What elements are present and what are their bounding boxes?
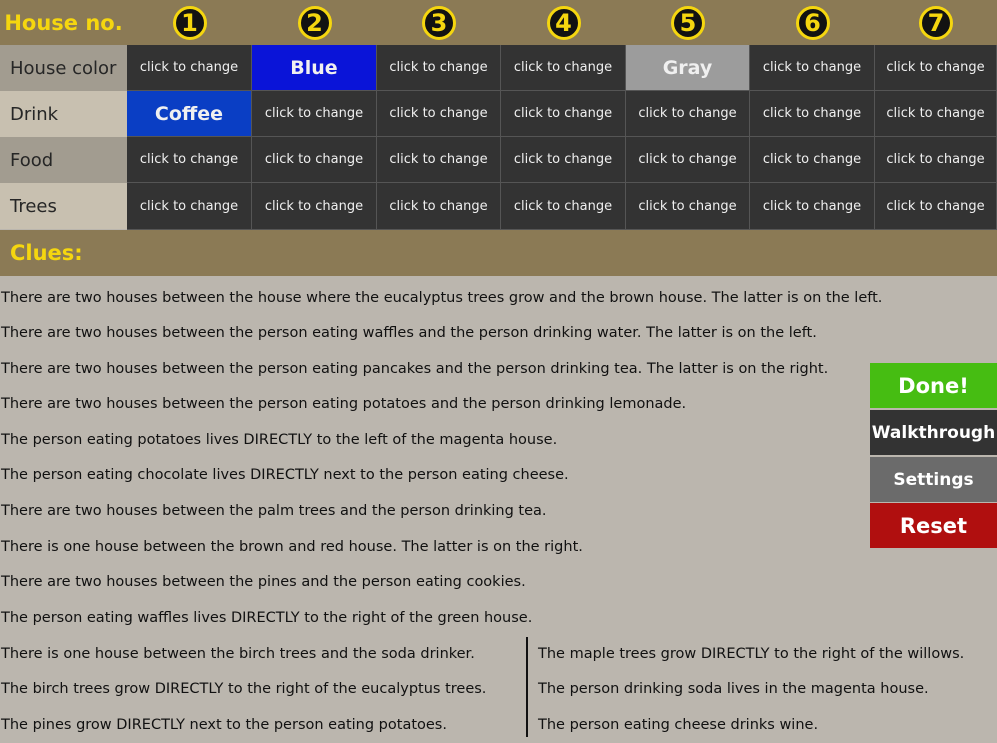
cell-trees-house-3[interactable]: click to change xyxy=(377,183,501,230)
house-no-label: House no. xyxy=(4,10,123,35)
cell-food-house-2[interactable]: click to change xyxy=(252,137,377,183)
clue-left-4: There are two houses between the person … xyxy=(1,396,687,412)
cell-drink-house-3[interactable]: click to change xyxy=(377,91,501,137)
house-number-7: 7 xyxy=(919,6,953,40)
clue-left-11: There is one house between the birch tre… xyxy=(1,646,475,662)
cell-drink-house-4[interactable]: click to change xyxy=(501,91,626,137)
clue-right-3: The person eating cheese drinks wine. xyxy=(538,717,819,733)
house-number-6: 6 xyxy=(795,6,830,40)
cell-food-house-1[interactable]: click to change xyxy=(127,137,252,183)
clue-left-10: The person eating waffles lives DIRECTLY… xyxy=(1,610,533,626)
house-number-2: 2 xyxy=(297,6,332,40)
house-number-3: 3 xyxy=(422,6,456,40)
header-row: House no. 1 2 3 4 5 6 7 xyxy=(0,0,997,45)
clue-left-7: There are two houses between the palm tr… xyxy=(1,503,547,519)
house-number-5: 5 xyxy=(671,6,705,40)
clues-header: Clues: xyxy=(0,230,997,276)
cell-food-house-3[interactable]: click to change xyxy=(377,137,501,183)
cell-trees-house-1[interactable]: click to change xyxy=(127,183,252,230)
row-label-drink: Drink xyxy=(0,91,127,137)
cell-food-house-7[interactable]: click to change xyxy=(875,137,997,183)
clue-left-2: There are two houses between the person … xyxy=(1,325,817,341)
clue-left-3: There are two houses between the person … xyxy=(1,361,829,377)
done-button[interactable]: Done! xyxy=(870,363,997,408)
clue-left-1: There are two houses between the house w… xyxy=(1,290,883,306)
cell-trees-house-6[interactable]: click to change xyxy=(750,183,875,230)
cell-trees-house-7[interactable]: click to change xyxy=(875,183,997,230)
cell-food-house-6[interactable]: click to change xyxy=(750,137,875,183)
clue-left-12: The birch trees grow DIRECTLY to the rig… xyxy=(1,681,487,697)
cell-food-house-5[interactable]: click to change xyxy=(626,137,750,183)
cell-drink-house-2[interactable]: click to change xyxy=(252,91,377,137)
cell-food-house-4[interactable]: click to change xyxy=(501,137,626,183)
clue-left-9: There are two houses between the pines a… xyxy=(1,574,526,590)
row-label-trees: Trees xyxy=(0,183,127,229)
cell-trees-house-2[interactable]: click to change xyxy=(252,183,377,230)
clue-left-6: The person eating chocolate lives DIRECT… xyxy=(1,467,569,483)
cell-drink-house-5[interactable]: click to change xyxy=(626,91,750,137)
cell-drink-house-6[interactable]: click to change xyxy=(750,91,875,137)
cell-house-color-house-3[interactable]: click to change xyxy=(377,45,501,91)
settings-button[interactable]: Settings xyxy=(870,457,997,502)
clue-column-divider xyxy=(526,637,528,737)
row-label-house-color: House color xyxy=(0,45,127,91)
clue-left-5: The person eating potatoes lives DIRECTL… xyxy=(1,432,558,448)
cell-trees-house-4[interactable]: click to change xyxy=(501,183,626,230)
clue-right-2: The person drinking soda lives in the ma… xyxy=(538,681,929,697)
cell-drink-house-1[interactable]: Coffee xyxy=(127,91,252,137)
cell-house-color-house-5[interactable]: Gray xyxy=(626,45,750,91)
row-label-food: Food xyxy=(0,137,127,183)
clue-right-1: The maple trees grow DIRECTLY to the rig… xyxy=(538,646,965,662)
walkthrough-button[interactable]: Walkthrough xyxy=(870,410,997,455)
house-number-1: 1 xyxy=(172,6,207,40)
reset-button[interactable]: Reset xyxy=(870,503,997,548)
cell-house-color-house-4[interactable]: click to change xyxy=(501,45,626,91)
cell-house-color-house-6[interactable]: click to change xyxy=(750,45,875,91)
house-number-4: 4 xyxy=(546,6,581,40)
cell-drink-house-7[interactable]: click to change xyxy=(875,91,997,137)
cell-house-color-house-7[interactable]: click to change xyxy=(875,45,997,91)
cell-house-color-house-1[interactable]: click to change xyxy=(127,45,252,91)
clue-left-13: The pines grow DIRECTLY next to the pers… xyxy=(1,717,447,733)
cell-house-color-house-2[interactable]: Blue xyxy=(252,45,377,91)
cell-trees-house-5[interactable]: click to change xyxy=(626,183,750,230)
clue-left-8: There is one house between the brown and… xyxy=(1,539,583,555)
